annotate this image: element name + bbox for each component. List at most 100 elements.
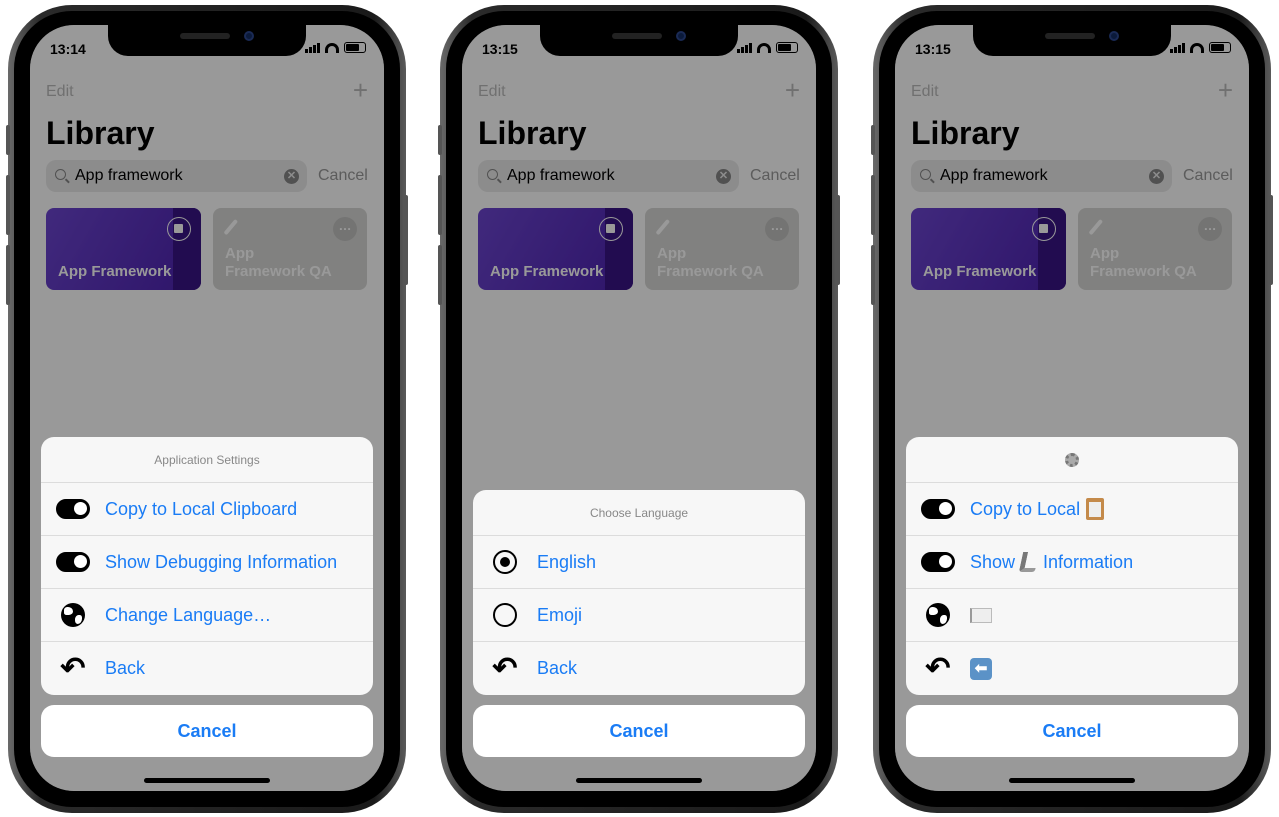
action-label: Show Information — [970, 552, 1133, 573]
volume-button[interactable] — [438, 175, 442, 235]
sheet-title: Application Settings — [154, 452, 260, 467]
action-row[interactable]: Copy to Local — [906, 483, 1238, 536]
action-row[interactable]: Copy to Local Clipboard — [41, 483, 373, 536]
volume-button[interactable] — [6, 245, 10, 305]
action-row[interactable]: ↶ Back — [473, 642, 805, 695]
speaker — [180, 33, 230, 39]
back-arrow-shape: ↶ — [925, 651, 951, 685]
front-camera — [244, 31, 254, 41]
radio-unselected-icon — [488, 603, 522, 627]
toggle-on-icon — [56, 497, 90, 521]
action-row[interactable]: Change Language… — [41, 589, 373, 642]
globe-icon — [921, 603, 955, 627]
action-label — [970, 607, 992, 623]
back-arrow-icon: ↶ — [56, 651, 90, 685]
action-row[interactable]: ↶ ⬅ — [906, 642, 1238, 695]
back-arrow-icon: ↶ — [488, 651, 522, 685]
volume-button[interactable] — [871, 175, 875, 235]
label-text: Show — [970, 551, 1016, 572]
sheet-cancel-button[interactable]: Cancel — [473, 705, 805, 757]
sheet-header: Choose Language — [473, 490, 805, 536]
toggle-shape — [56, 552, 90, 572]
notch — [108, 25, 306, 56]
phone-frame: 13:14 Edit + Library App framework ✕ Cancel App… — [6, 5, 408, 813]
action-sheet: Choose Language English Emoji ↶ Back — [473, 490, 805, 695]
speaker — [612, 33, 662, 39]
globe-shape — [61, 603, 85, 627]
mute-switch[interactable] — [871, 125, 875, 155]
action-label: ⬅ — [970, 657, 992, 680]
action-row[interactable]: Show Information — [906, 536, 1238, 589]
toggle-shape — [56, 499, 90, 519]
action-label: Show Debugging Information — [105, 552, 337, 573]
volume-button[interactable] — [6, 175, 10, 235]
label-text: Change Language… — [105, 604, 272, 625]
back-arrow-emoji-icon: ⬅ — [970, 657, 992, 680]
volume-button[interactable] — [438, 245, 442, 305]
radio-shape — [493, 550, 517, 574]
mute-switch[interactable] — [438, 125, 442, 155]
home-indicator[interactable] — [576, 778, 702, 783]
label-text: Back — [105, 658, 146, 678]
label-text: Copy to Local Clipboard — [105, 498, 298, 519]
white-flag-emoji-icon — [970, 607, 992, 623]
action-label: Copy to Local — [970, 498, 1105, 520]
back-arrow-shape: ↶ — [492, 651, 518, 685]
sheet-header: Application Settings — [41, 437, 373, 483]
sheet-title: Choose Language — [589, 505, 689, 520]
action-sheet: Application Settings Copy to Local Clipbo… — [41, 437, 373, 695]
toggle-on-icon — [921, 497, 955, 521]
action-row[interactable] — [906, 589, 1238, 642]
globe-shape — [926, 603, 950, 627]
clipboard-emoji-icon — [1086, 498, 1105, 520]
gear-emoji-icon — [1065, 452, 1079, 467]
action-sheet: Copy to Local Show Information ↶ ⬅ — [906, 437, 1238, 695]
toggle-off-icon — [56, 550, 90, 574]
label-text: Information — [1043, 551, 1134, 572]
action-label: Emoji — [537, 605, 582, 626]
front-camera — [676, 31, 686, 41]
mute-switch[interactable] — [6, 125, 10, 155]
power-button[interactable] — [1269, 195, 1273, 285]
notch — [973, 25, 1171, 56]
volume-button[interactable] — [871, 245, 875, 305]
action-label: Back — [537, 658, 577, 679]
toggle-shape — [921, 499, 955, 519]
screen: 13:15 Edit + Library App framework ✕ Cancel App… — [462, 25, 816, 791]
front-camera — [1109, 31, 1119, 41]
action-label: Copy to Local Clipboard — [105, 499, 297, 520]
action-row[interactable]: ↶ Back — [41, 642, 373, 695]
action-label: Back — [105, 658, 145, 679]
label-text: Copy to Local — [970, 498, 1081, 519]
toggle-shape — [921, 552, 955, 572]
phone-frame: 13:15 Edit + Library App framework ✕ Cancel App… — [438, 5, 840, 813]
globe-icon — [56, 603, 90, 627]
label-text: Show Debugging Information — [105, 551, 338, 572]
back-arrow-icon: ↶ — [921, 651, 955, 685]
screen: 13:14 Edit + Library App framework ✕ Cancel App… — [30, 25, 384, 791]
action-row[interactable]: Emoji — [473, 589, 805, 642]
power-button[interactable] — [404, 195, 408, 285]
label-text: Back — [537, 658, 578, 678]
sheet-cancel-button[interactable]: Cancel — [41, 705, 373, 757]
phone-frame: 13:15 Edit + Library App framework ✕ Cancel App… — [871, 5, 1273, 813]
home-indicator[interactable] — [144, 778, 270, 783]
microscope-emoji-icon — [1018, 552, 1040, 572]
back-arrow-shape: ↶ — [60, 651, 86, 685]
action-row[interactable]: English — [473, 536, 805, 589]
label-text: English — [537, 551, 597, 572]
toggle-off-icon — [921, 550, 955, 574]
radio-selected-icon — [488, 550, 522, 574]
home-indicator[interactable] — [1009, 778, 1135, 783]
action-row[interactable]: Show Debugging Information — [41, 536, 373, 589]
radio-shape — [493, 603, 517, 627]
sheet-cancel-button[interactable]: Cancel — [906, 705, 1238, 757]
power-button[interactable] — [836, 195, 840, 285]
sheet-header — [906, 437, 1238, 483]
action-label: Change Language… — [105, 605, 271, 626]
action-label: English — [537, 552, 596, 573]
label-text: Emoji — [537, 604, 583, 625]
screen: 13:15 Edit + Library App framework ✕ Cancel App… — [895, 25, 1249, 791]
speaker — [1045, 33, 1095, 39]
notch — [540, 25, 738, 56]
